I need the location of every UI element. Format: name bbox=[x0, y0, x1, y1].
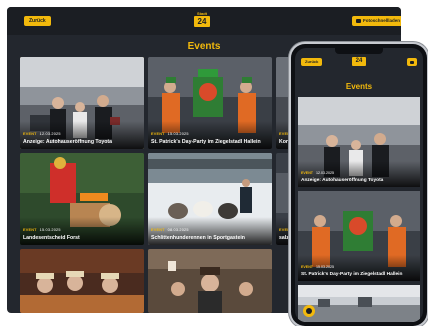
event-title: Anzeige: Autohauseröffnung Toyota bbox=[301, 178, 384, 183]
event-card[interactable]: EVENT 12.03.2025 Anzeige: Autohauseröffnu… bbox=[20, 57, 144, 149]
camera-icon bbox=[410, 60, 414, 64]
phone-upload-fab[interactable] bbox=[303, 305, 315, 317]
photo-upload-button[interactable]: Fotoschnellladen bbox=[352, 16, 401, 26]
event-title: St. Patrick's Day-Party im Ziegelstadl H… bbox=[151, 139, 261, 145]
event-tag: EVENT bbox=[151, 132, 165, 136]
phone-event-card[interactable] bbox=[298, 285, 420, 322]
event-meta: EVENT 15.03.2025 bbox=[23, 228, 61, 232]
event-image bbox=[20, 249, 144, 313]
event-card[interactable]: EVENT 15.03.2025 St. Patrick's Day-Party … bbox=[148, 57, 272, 149]
phone-logo-number: 24 bbox=[352, 57, 366, 66]
event-tag: EVENT bbox=[23, 228, 37, 232]
event-date: 08.03.2025 bbox=[167, 228, 189, 232]
event-card[interactable] bbox=[20, 249, 144, 313]
phone-camera-button[interactable] bbox=[407, 58, 417, 66]
phone-logo[interactable]: 24 bbox=[350, 57, 368, 67]
event-meta: EVENT 08.03.2025 bbox=[151, 228, 189, 232]
event-date: 15.03.2025 bbox=[39, 228, 61, 232]
event-title: Anzeige: Autohauseröffnung Toyota bbox=[23, 139, 113, 145]
event-meta: EVENT 15.03.2025 bbox=[151, 132, 189, 136]
event-meta: EVENT 12.03.2025 bbox=[23, 132, 61, 136]
phone-event-card[interactable]: EVENT 12.03.2025 Anzeige: Autohauseröffnu… bbox=[298, 97, 420, 187]
event-tag: EVENT bbox=[151, 228, 165, 232]
phone-top-bar: Zurück 24 bbox=[295, 54, 423, 68]
event-tag: EVENT bbox=[301, 265, 313, 269]
event-title: Schlittenhunderennen in Sportgastein bbox=[151, 235, 245, 241]
event-image bbox=[148, 249, 272, 313]
event-date: 15.03.2025 bbox=[315, 265, 334, 269]
camera-icon bbox=[356, 18, 361, 23]
photo-upload-label: Fotoschnellladen bbox=[363, 18, 401, 23]
logo-number: 24 bbox=[194, 16, 210, 27]
top-bar: Zurück Stadt 24 Fotoschnellladen bbox=[7, 7, 401, 35]
camera-icon bbox=[306, 308, 312, 314]
back-button[interactable]: Zurück bbox=[24, 16, 51, 26]
event-card[interactable]: EVENT 15.03.2025 Landesentscheid Forst bbox=[20, 153, 144, 245]
event-title: St. Patrick's Day-Party im Ziegelstadl H… bbox=[301, 272, 403, 277]
event-card[interactable] bbox=[148, 249, 272, 313]
event-image bbox=[298, 285, 420, 322]
phone-back-button[interactable]: Zurück bbox=[301, 58, 323, 66]
event-title: Konz bbox=[279, 139, 292, 145]
event-date: 15.03.2025 bbox=[167, 132, 189, 136]
event-tag: EVENT bbox=[23, 132, 37, 136]
event-tag: EVENT bbox=[301, 171, 313, 175]
phone-event-card[interactable]: EVENT 15.03.2025 St. Patrick's Day-Party … bbox=[298, 191, 420, 281]
event-date: 12.03.2025 bbox=[315, 171, 334, 175]
event-title: Landesentscheid Forst bbox=[23, 235, 80, 241]
site-logo[interactable]: Stadt 24 bbox=[191, 11, 213, 29]
phone-section-title: Events bbox=[345, 82, 373, 91]
event-meta: EVENT 12.03.2025 bbox=[301, 171, 334, 175]
event-meta: EVENT 15.03.2025 bbox=[301, 265, 334, 269]
event-card[interactable]: EVENT 08.03.2025 Schlittenhunderennen in … bbox=[148, 153, 272, 245]
phone-screen: Zurück 24 Events EVENT 12.03.2025 Anzeige… bbox=[295, 48, 423, 322]
phone-mockup: Zurück 24 Events EVENT 12.03.2025 Anzeige… bbox=[291, 44, 427, 326]
event-date: 12.03.2025 bbox=[39, 132, 61, 136]
